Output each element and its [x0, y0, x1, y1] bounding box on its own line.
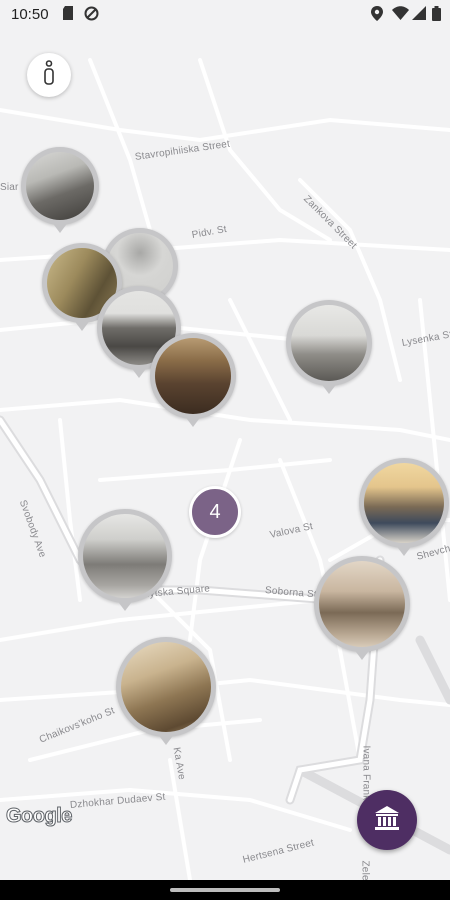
- battery-icon: [432, 6, 441, 26]
- home-gesture-handle[interactable]: [170, 888, 280, 892]
- map-view[interactable]: Stavropihiiska Street Pidv. St Zankova S…: [0, 0, 450, 887]
- signal-icon: [412, 6, 426, 25]
- google-logo: Google: [6, 805, 73, 828]
- info-icon: [41, 59, 57, 91]
- no-disturb-icon: [84, 6, 99, 26]
- photo-pin[interactable]: [359, 458, 449, 560]
- status-time: 10:50: [11, 6, 49, 23]
- system-nav-bar: [0, 880, 450, 900]
- location-icon: [371, 6, 383, 26]
- sd-card-icon: [62, 6, 74, 25]
- photo-pin[interactable]: [150, 333, 236, 433]
- museum-fab-button[interactable]: [357, 790, 417, 850]
- wifi-icon: [392, 6, 409, 25]
- photo-pin[interactable]: [78, 509, 172, 615]
- info-button[interactable]: [27, 53, 71, 97]
- historic-photo-thumbnail: [121, 642, 211, 732]
- museum-icon: [373, 805, 401, 836]
- status-bar: 10:50: [0, 0, 450, 30]
- street-label: Siar: [0, 182, 19, 193]
- historic-photo-thumbnail: [319, 561, 405, 647]
- photo-pin[interactable]: [21, 147, 99, 237]
- photo-pin[interactable]: [314, 556, 410, 666]
- cluster-marker[interactable]: 4: [189, 486, 241, 538]
- historic-photo-thumbnail: [26, 152, 94, 220]
- historic-photo-thumbnail: [291, 305, 367, 381]
- map-roads: [0, 0, 450, 880]
- historic-photo-thumbnail: [83, 514, 167, 598]
- historic-photo-thumbnail: [364, 463, 444, 543]
- historic-photo-thumbnail: [155, 338, 231, 414]
- photo-pin[interactable]: [286, 300, 372, 398]
- photo-pin[interactable]: [116, 637, 216, 751]
